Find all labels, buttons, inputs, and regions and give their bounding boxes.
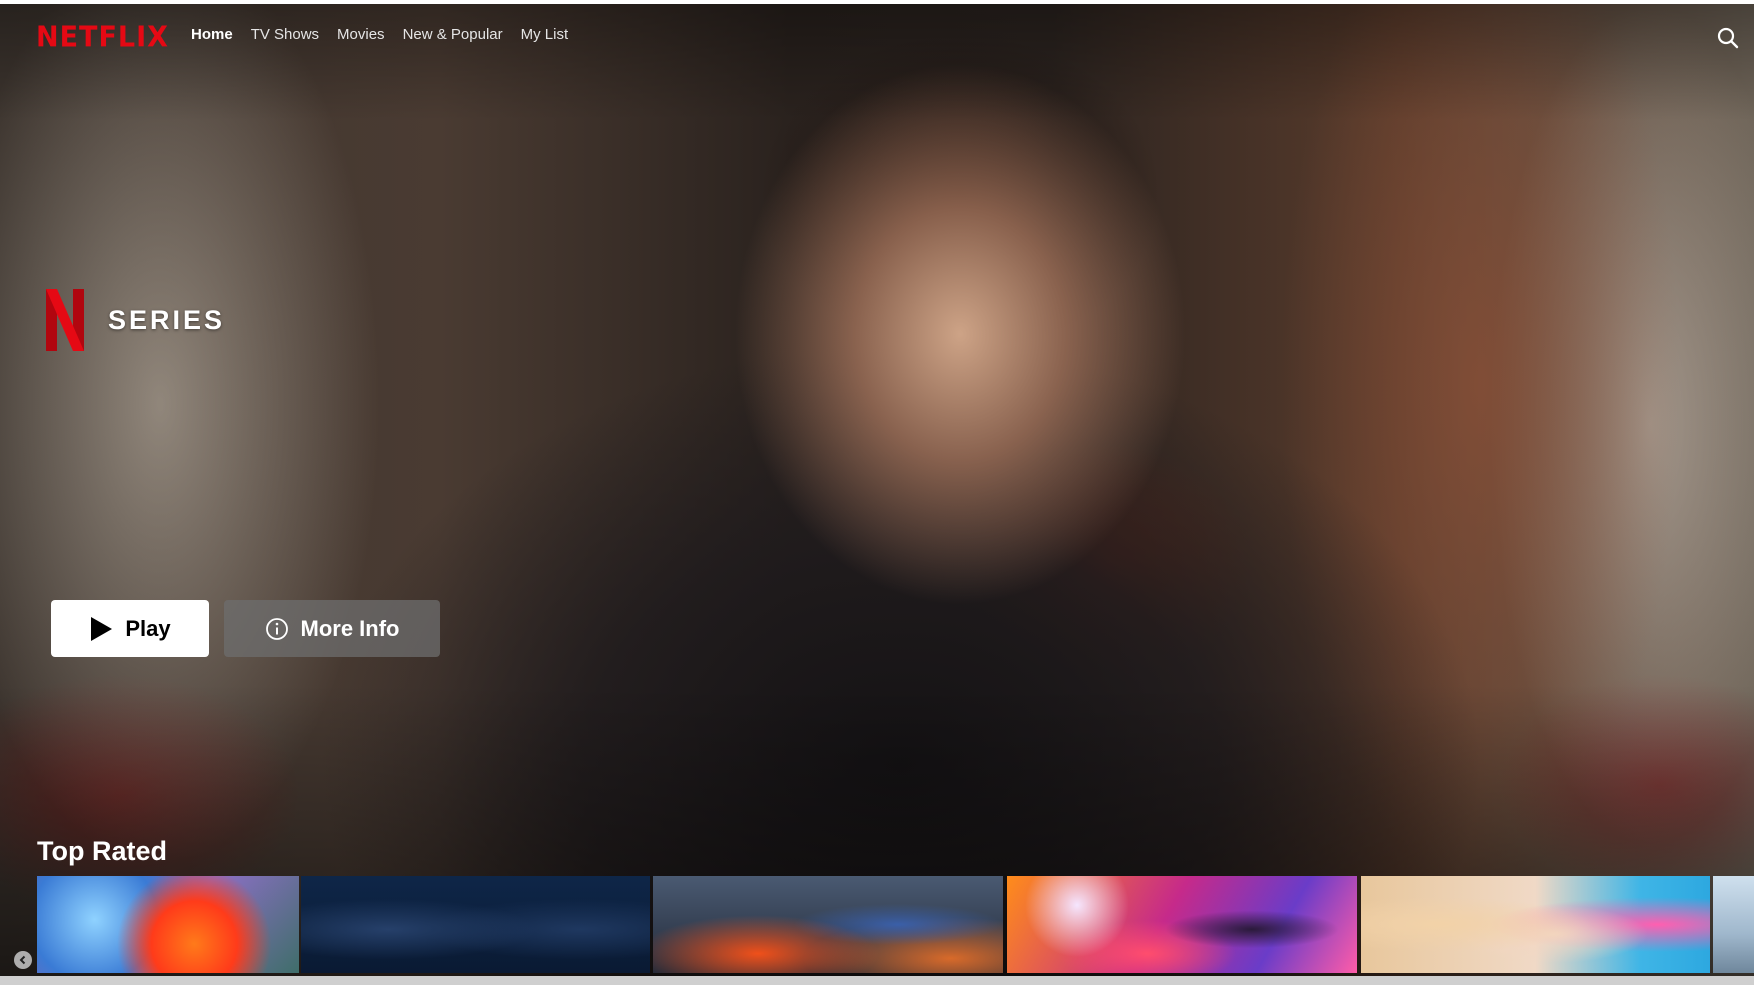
nav-link-movies[interactable]: Movies	[337, 26, 385, 43]
tile-barbie[interactable]	[1361, 876, 1710, 973]
series-label: SERIES	[108, 304, 226, 335]
nav-link-new-popular[interactable]: New & Popular	[403, 26, 503, 43]
tile-seaside[interactable]	[1713, 876, 1754, 973]
top-rated-row	[0, 876, 1754, 973]
netflix-home-page: NETFLIX Home TV Shows Movies New & Popul…	[0, 0, 1754, 985]
nav-link-tv-shows[interactable]: TV Shows	[251, 26, 319, 43]
horizontal-scrollbar[interactable]	[0, 976, 1754, 985]
series-badge: SERIES	[46, 288, 225, 352]
nav-link-my-list[interactable]: My List	[521, 26, 569, 43]
more-info-button[interactable]: More Info	[224, 600, 440, 657]
nav-links: Home TV Shows Movies New & Popular My Li…	[191, 26, 568, 43]
more-info-label: More Info	[300, 615, 400, 641]
info-icon	[265, 617, 289, 641]
hero-shade	[0, 4, 1754, 976]
search-icon[interactable]	[1716, 26, 1740, 50]
tile-elemental[interactable]	[37, 876, 299, 973]
play-label: Play	[125, 615, 171, 641]
row-prev-arrow-icon[interactable]	[14, 951, 32, 969]
navbar: NETFLIX Home TV Shows Movies New & Popul…	[0, 4, 1754, 64]
play-icon	[89, 616, 113, 642]
tile-the-flash[interactable]	[653, 876, 1003, 973]
play-button[interactable]: Play	[51, 600, 209, 657]
nav-link-home[interactable]: Home	[191, 26, 233, 43]
netflix-logo[interactable]: NETFLIX	[36, 21, 169, 54]
row-title: Top Rated	[37, 836, 167, 866]
tile-underwater[interactable]	[301, 876, 650, 973]
tile-spider-verse[interactable]	[1007, 876, 1357, 973]
netflix-n-icon	[46, 289, 84, 351]
